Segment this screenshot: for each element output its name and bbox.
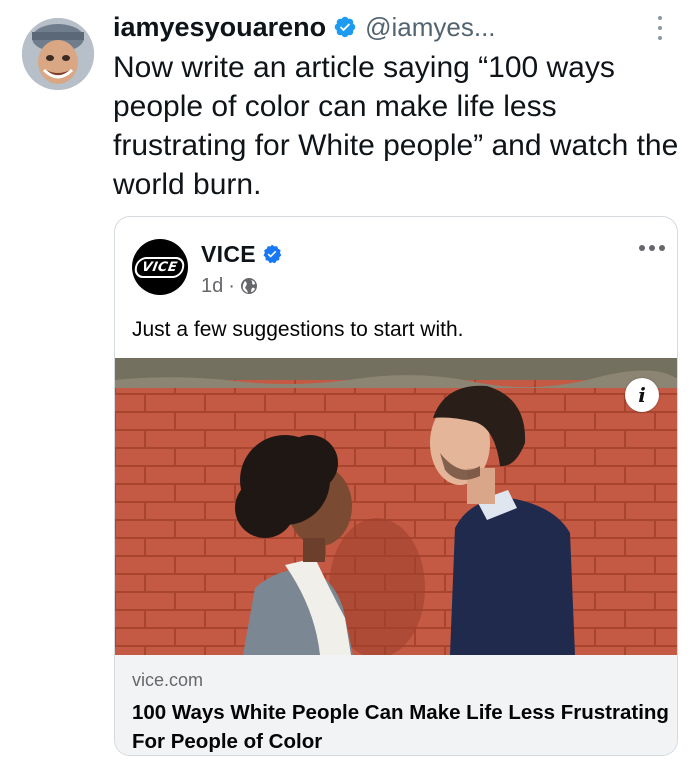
verified-badge-icon [263, 244, 282, 264]
info-icon[interactable]: i [625, 378, 659, 412]
globe-icon [240, 278, 257, 294]
more-horizontal-icon[interactable] [639, 245, 665, 251]
link-preview[interactable]: vice.com 100 Ways White People Can Make … [115, 655, 677, 755]
photo-brick-wall-couple [115, 358, 677, 655]
display-name[interactable]: iamyesyouareno [113, 12, 326, 43]
page-name[interactable]: VICE [201, 241, 256, 268]
vice-logo-text: VICE [133, 256, 187, 278]
tweet-header: iamyesyouareno @iamyes... [113, 10, 496, 44]
tweet-text: Now write an article saying “100 ways pe… [113, 51, 679, 201]
verified-badge-icon [334, 16, 356, 38]
post-photo[interactable]: i [115, 358, 677, 655]
card-page-row: VICE [201, 239, 282, 269]
link-domain: vice.com [132, 670, 204, 690]
avatar[interactable] [22, 18, 94, 90]
post-caption: Just a few suggestions to start with. [132, 318, 464, 341]
link-headline: 100 Ways White People Can Make Life Less… [132, 701, 669, 753]
meta-separator: · [228, 274, 235, 297]
vice-logo[interactable]: VICE [132, 239, 188, 295]
shared-post-card[interactable]: VICE VICE 1d · Just a few suggestions to… [114, 216, 678, 756]
avatar-image [22, 18, 94, 90]
post-meta: 1d · [201, 273, 258, 299]
post-age[interactable]: 1d [201, 275, 223, 298]
handle[interactable]: @iamyes... [365, 12, 495, 43]
more-vertical-icon[interactable] [650, 14, 670, 42]
